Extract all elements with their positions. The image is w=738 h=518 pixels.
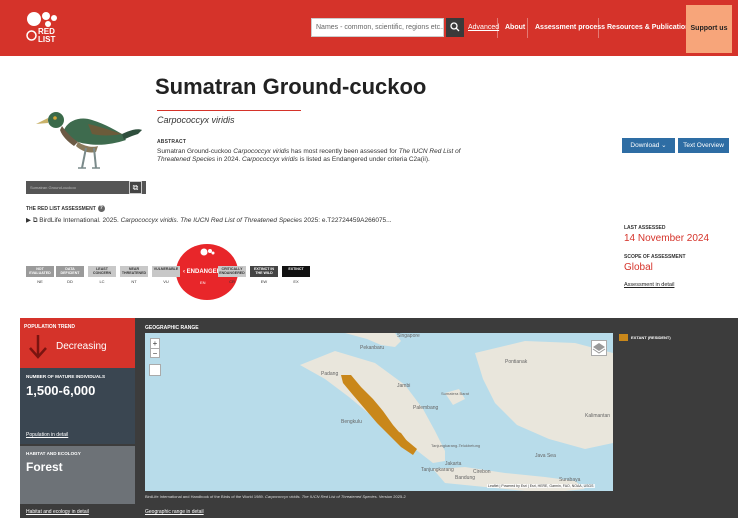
logo-circle-icon (26, 30, 37, 41)
nav-assessment-process[interactable]: Assessment process (535, 18, 605, 38)
layers-button[interactable] (591, 340, 607, 356)
bird-illustration (36, 112, 142, 169)
population-trend-value: Decreasing (56, 341, 107, 352)
category-ex: EXTINCT (282, 266, 310, 277)
category-vu: VULNERABLE (152, 266, 180, 277)
arrow-down-icon (29, 335, 47, 359)
assessment-citation[interactable]: ▶ ⧉ BirdLife International. 2025. Carpoc… (26, 216, 392, 225)
population-trend-card: POPULATION TREND Decreasing (20, 318, 135, 368)
category-abbr: NE (37, 279, 43, 284)
mature-individuals-value: 1,500-6,000 (26, 383, 96, 398)
mini-logo-icon (200, 248, 215, 256)
legend-swatch (619, 334, 628, 341)
mature-individuals-label: NUMBER OF MATURE INDIVIDUALS (26, 374, 106, 379)
nav-support-us[interactable]: Support us (686, 5, 732, 53)
map-label: Jambi (397, 383, 411, 389)
scope-value: Global (624, 262, 653, 273)
map-caption: BirdLife International and Handbook of t… (145, 494, 406, 499)
gallery-icon[interactable]: ⧉ (129, 181, 142, 194)
legend-label: EXTANT (RESIDENT) (631, 335, 671, 340)
category-abbr: DD (67, 279, 73, 284)
download-button[interactable]: Download ⌄ (622, 138, 675, 153)
species-common-name: Sumatran Ground-cuckoo (155, 74, 427, 99)
map-canvas (300, 333, 613, 491)
last-assessed-value: 14 November 2024 (624, 233, 710, 244)
assessment-detail-link[interactable]: Assessment in detail (624, 282, 674, 288)
last-assessed-label: LAST ASSESSED (624, 225, 666, 231)
copy-icon[interactable]: ⧉ (33, 217, 38, 224)
expand-arrow-icon[interactable]: ▶ (26, 217, 31, 224)
category-abbr: CR (229, 279, 235, 284)
layers-icon (592, 343, 606, 354)
category-abbr: LC (99, 279, 105, 284)
category-ew: EXTINCT IN THE WILD (250, 266, 278, 277)
nav-divider (497, 18, 498, 38)
red-list-assessment-label: THE RED LIST ASSESSMENT? (26, 205, 105, 212)
map-label: Tanjungkarang-Telukbetung (431, 443, 481, 448)
habitat-card: HABITAT AND ECOLOGY Forest (20, 446, 135, 504)
search-input[interactable]: Names - common, scientific, regions etc.… (311, 18, 444, 37)
help-icon[interactable]: ? (97, 205, 105, 212)
population-trend-label: POPULATION TREND (24, 324, 76, 330)
map-label: Sumatera Barat (441, 391, 470, 396)
map-label: Pontianak (505, 359, 528, 365)
category-lc: LEAST CONCERN (88, 266, 116, 277)
geographic-range-detail-link[interactable]: Geographic range in detail (145, 509, 204, 515)
scope-label: SCOPE OF ASSESSMENT (624, 254, 686, 260)
species-scientific-name: Carpococcyx viridis (157, 115, 235, 125)
category-abbr: EX (293, 279, 299, 284)
title-underline (157, 110, 301, 111)
zoom-out-button[interactable]: − (151, 349, 159, 359)
abstract-label: ABSTRACT (157, 139, 187, 145)
search-icon (450, 22, 460, 32)
logo-text: RED LIST (38, 27, 56, 44)
map-attribution[interactable]: Leaflet | Powered by Esri | Esri, HERE, … (487, 484, 595, 488)
top-navigation-bar: RED LIST Names - common, scientific, regi… (0, 0, 738, 56)
geographic-range-label: GEOGRAPHIC RANGE (145, 325, 199, 331)
population-detail-link[interactable]: Population in detail (26, 432, 68, 438)
category-dd: DATA DEFICIENT (56, 266, 84, 277)
map-label: Pekanbaru (360, 345, 385, 351)
nav-about[interactable]: About (505, 18, 525, 38)
abstract-text: Sumatran Ground-cuckoo Carpococcyx virid… (157, 148, 461, 163)
iucn-red-list-logo[interactable]: RED LIST (26, 10, 62, 46)
category-abbr: NT (131, 279, 137, 284)
category-cr: CRITICALLY ENDANGERED (218, 266, 246, 277)
map-label: Bandung (455, 475, 476, 481)
map-label: Kalimantan (585, 413, 611, 419)
text-overview-button[interactable]: Text Overview (678, 138, 729, 153)
nav-divider (527, 18, 528, 38)
map-label: Singapore (397, 333, 420, 339)
species-image[interactable] (26, 90, 144, 194)
map-label: Surabaya (559, 477, 581, 483)
fullscreen-button[interactable] (149, 364, 161, 376)
nav-resources-publications[interactable]: Resources & Publications (607, 18, 693, 38)
map-label: Java Sea (535, 453, 556, 459)
advanced-search-link[interactable]: Advanced (468, 24, 499, 31)
category-abbr: EW (260, 279, 268, 284)
habitat-detail-link[interactable]: Habitat and ecology in detail (26, 509, 89, 515)
category-ne: NOT EVALUATED (26, 266, 54, 277)
map-label: Tanjungkarang (421, 467, 454, 473)
search-button[interactable] (446, 18, 464, 37)
chevron-down-icon: ⌄ (661, 142, 667, 149)
endangered-abbr: EN (200, 280, 206, 285)
category-nt: NEAR THREATENED (120, 266, 148, 277)
image-caption: Sumatran Ground-cuckoo (30, 185, 76, 190)
map-label: Padang (321, 371, 339, 377)
range-map[interactable]: Singapore Pekanbaru Padang Jambi Palemba… (145, 333, 613, 491)
habitat-label: HABITAT AND ECOLOGY (26, 451, 81, 456)
map-label: Palembang (413, 405, 439, 411)
category-abbr: VU (163, 279, 169, 284)
image-caption-bar: Sumatran Ground-cuckoo (26, 181, 146, 194)
nav-divider (598, 18, 599, 38)
habitat-value: Forest (26, 460, 63, 474)
map-label: Bengkulu (341, 419, 362, 425)
zoom-divider (150, 348, 160, 349)
map-label: Cirebon (473, 469, 491, 475)
